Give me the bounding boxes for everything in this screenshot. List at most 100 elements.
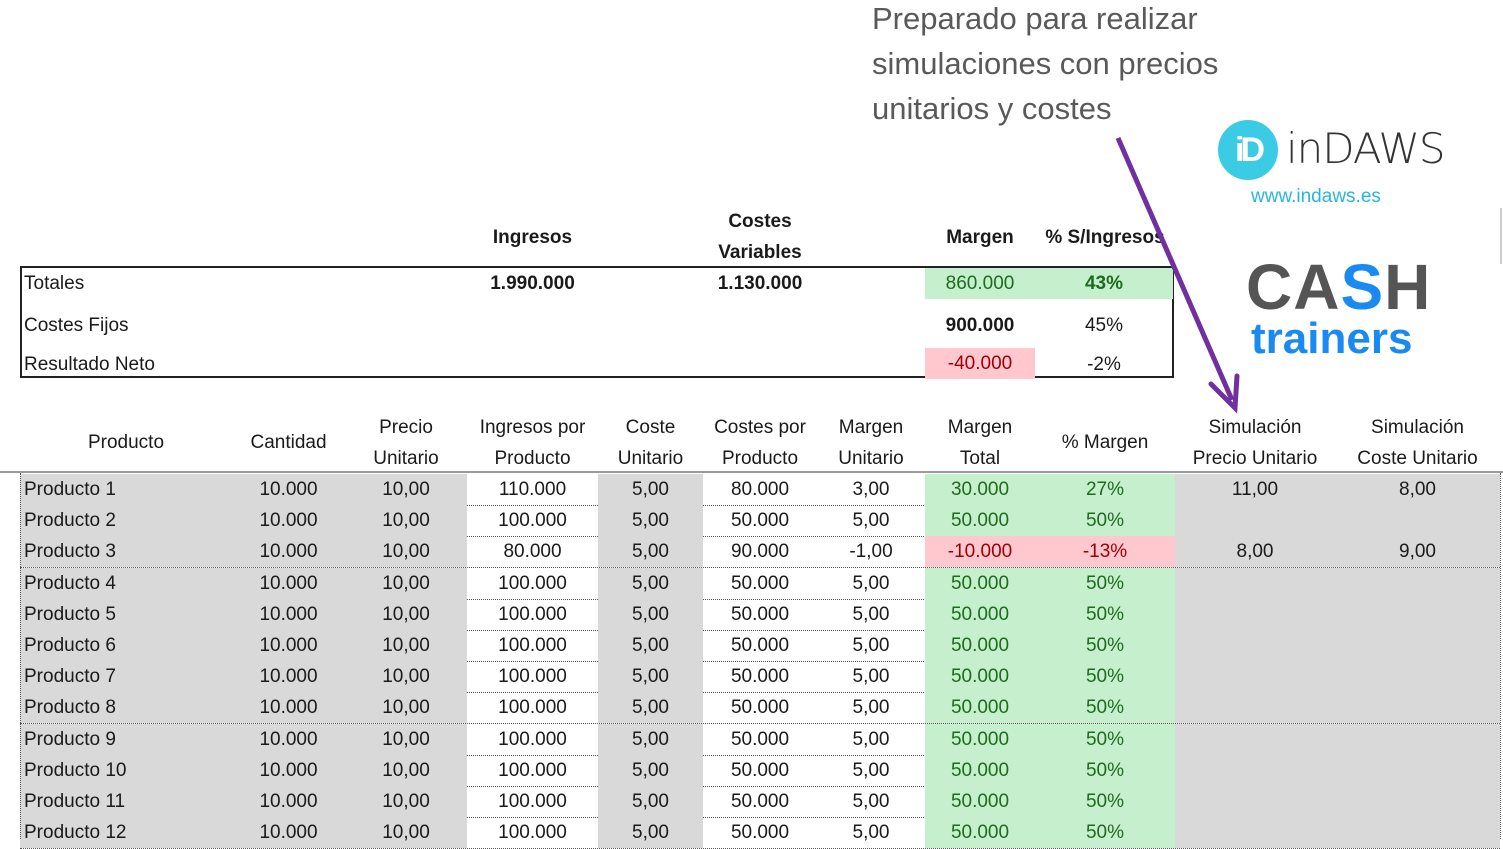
cell-costes-producto[interactable]: 80.000	[703, 474, 817, 505]
cell-margen-unitario[interactable]: 5,00	[817, 599, 925, 630]
cell-producto[interactable]: Producto 2	[20, 505, 232, 537]
cell-precio-unitario[interactable]: 10,00	[345, 661, 467, 693]
cell-sim-precio-unitario[interactable]	[1175, 567, 1335, 599]
cell-cantidad[interactable]: 10.000	[232, 598, 345, 630]
cell-costes-producto[interactable]: 50.000	[703, 505, 817, 536]
cell-coste-unitario[interactable]: 5,00	[598, 661, 703, 693]
cell-pct-margen[interactable]: -13%	[1035, 536, 1175, 568]
cell-pct-margen[interactable]: 50%	[1035, 817, 1175, 849]
cell-producto[interactable]: Producto 1	[20, 474, 232, 505]
cell-producto[interactable]: Producto 3	[20, 536, 232, 568]
cell-coste-unitario[interactable]: 5,00	[598, 536, 703, 568]
cell-coste-unitario[interactable]: 5,00	[598, 474, 703, 505]
cell-coste-unitario[interactable]: 5,00	[598, 598, 703, 630]
cell-ingresos-producto[interactable]: 100.000	[467, 817, 598, 848]
cell-margen-unitario[interactable]: -1,00	[817, 536, 925, 567]
cell-sim-coste-unitario[interactable]	[1335, 630, 1500, 661]
cell-coste-unitario[interactable]: 5,00	[598, 723, 703, 755]
cell-precio-unitario[interactable]: 10,00	[345, 692, 467, 724]
cell-margen-total[interactable]: 30.000	[925, 474, 1035, 505]
cell-sim-precio-unitario[interactable]	[1175, 692, 1335, 724]
cell-margen-total[interactable]: 50.000	[925, 505, 1035, 537]
cell-costes-producto[interactable]: 50.000	[703, 755, 817, 786]
cell-pct-margen[interactable]: 50%	[1035, 630, 1175, 661]
cell-costes-producto[interactable]: 50.000	[703, 786, 817, 817]
cell-ingresos-producto[interactable]: 100.000	[467, 786, 598, 817]
cell-margen-unitario[interactable]: 5,00	[817, 724, 925, 755]
cell-cantidad[interactable]: 10.000	[232, 505, 345, 537]
cell-ingresos-producto[interactable]: 100.000	[467, 724, 598, 755]
cell-cantidad[interactable]: 10.000	[232, 723, 345, 755]
cell-pct-margen[interactable]: 50%	[1035, 505, 1175, 537]
cell-producto[interactable]: Producto 6	[20, 630, 232, 661]
cell-margen-total[interactable]: 50.000	[925, 754, 1035, 786]
cell-sim-coste-unitario[interactable]	[1335, 661, 1500, 693]
cell-costes-producto[interactable]: 50.000	[703, 817, 817, 848]
cell-cantidad[interactable]: 10.000	[232, 536, 345, 568]
cell-ingresos-producto[interactable]: 100.000	[467, 661, 598, 692]
summary-totales-ingresos[interactable]: 1.990.000	[467, 268, 598, 299]
cell-cantidad[interactable]: 10.000	[232, 474, 345, 505]
cell-sim-coste-unitario[interactable]	[1335, 598, 1500, 630]
cell-coste-unitario[interactable]: 5,00	[598, 817, 703, 849]
cell-precio-unitario[interactable]: 10,00	[345, 567, 467, 599]
cell-costes-producto[interactable]: 50.000	[703, 630, 817, 661]
cell-sim-precio-unitario[interactable]	[1175, 754, 1335, 786]
cell-coste-unitario[interactable]: 5,00	[598, 567, 703, 599]
cell-precio-unitario[interactable]: 10,00	[345, 536, 467, 568]
cell-margen-unitario[interactable]: 5,00	[817, 755, 925, 786]
cell-ingresos-producto[interactable]: 110.000	[467, 474, 598, 505]
cell-coste-unitario[interactable]: 5,00	[598, 630, 703, 661]
summary-resultado-neto-margen[interactable]: -40.000	[925, 348, 1035, 379]
cell-margen-unitario[interactable]: 5,00	[817, 817, 925, 848]
indaws-url-link[interactable]: www.indaws.es	[1251, 186, 1381, 208]
cell-margen-total[interactable]: 50.000	[925, 692, 1035, 724]
cell-sim-precio-unitario[interactable]	[1175, 817, 1335, 849]
cell-coste-unitario[interactable]: 5,00	[598, 692, 703, 724]
cell-costes-producto[interactable]: 50.000	[703, 599, 817, 630]
cell-sim-precio-unitario[interactable]	[1175, 661, 1335, 693]
cell-sim-coste-unitario[interactable]	[1335, 754, 1500, 786]
cell-sim-coste-unitario[interactable]: 8,00	[1335, 474, 1500, 505]
cell-ingresos-producto[interactable]: 100.000	[467, 630, 598, 661]
cell-precio-unitario[interactable]: 10,00	[345, 598, 467, 630]
cell-margen-total[interactable]: -10.000	[925, 536, 1035, 568]
summary-totales-pct[interactable]: 43%	[1035, 268, 1173, 299]
cell-costes-producto[interactable]: 50.000	[703, 692, 817, 723]
cell-sim-precio-unitario[interactable]	[1175, 786, 1335, 817]
cell-margen-total[interactable]: 50.000	[925, 817, 1035, 849]
cell-margen-total[interactable]: 50.000	[925, 598, 1035, 630]
cell-sim-coste-unitario[interactable]: 9,00	[1335, 536, 1500, 568]
cell-producto[interactable]: Producto 5	[20, 598, 232, 630]
summary-costes-fijos-margen[interactable]: 900.000	[925, 310, 1035, 341]
cell-coste-unitario[interactable]: 5,00	[598, 786, 703, 817]
cell-margen-unitario[interactable]: 5,00	[817, 692, 925, 723]
cell-precio-unitario[interactable]: 10,00	[345, 474, 467, 505]
cell-cantidad[interactable]: 10.000	[232, 567, 345, 599]
cell-pct-margen[interactable]: 50%	[1035, 567, 1175, 599]
summary-totales-margen[interactable]: 860.000	[925, 268, 1035, 299]
cell-pct-margen[interactable]: 50%	[1035, 723, 1175, 755]
cell-margen-total[interactable]: 50.000	[925, 630, 1035, 661]
cell-producto[interactable]: Producto 12	[20, 817, 232, 849]
cell-cantidad[interactable]: 10.000	[232, 817, 345, 849]
cell-producto[interactable]: Producto 11	[20, 786, 232, 817]
cell-pct-margen[interactable]: 27%	[1035, 474, 1175, 505]
summary-resultado-neto-pct[interactable]: -2%	[1035, 349, 1173, 380]
cell-sim-precio-unitario[interactable]	[1175, 598, 1335, 630]
cell-margen-unitario[interactable]: 5,00	[817, 630, 925, 661]
cell-sim-coste-unitario[interactable]	[1335, 505, 1500, 537]
cell-pct-margen[interactable]: 50%	[1035, 754, 1175, 786]
cell-sim-precio-unitario[interactable]	[1175, 723, 1335, 755]
cell-sim-precio-unitario[interactable]: 11,00	[1175, 474, 1335, 505]
cell-precio-unitario[interactable]: 10,00	[345, 754, 467, 786]
cell-costes-producto[interactable]: 90.000	[703, 536, 817, 567]
cell-producto[interactable]: Producto 7	[20, 661, 232, 693]
summary-totales-costes-variables[interactable]: 1.130.000	[703, 268, 817, 299]
cell-ingresos-producto[interactable]: 100.000	[467, 568, 598, 599]
cell-ingresos-producto[interactable]: 100.000	[467, 505, 598, 536]
cell-producto[interactable]: Producto 10	[20, 754, 232, 786]
cell-coste-unitario[interactable]: 5,00	[598, 754, 703, 786]
cell-margen-total[interactable]: 50.000	[925, 661, 1035, 693]
cell-pct-margen[interactable]: 50%	[1035, 786, 1175, 817]
